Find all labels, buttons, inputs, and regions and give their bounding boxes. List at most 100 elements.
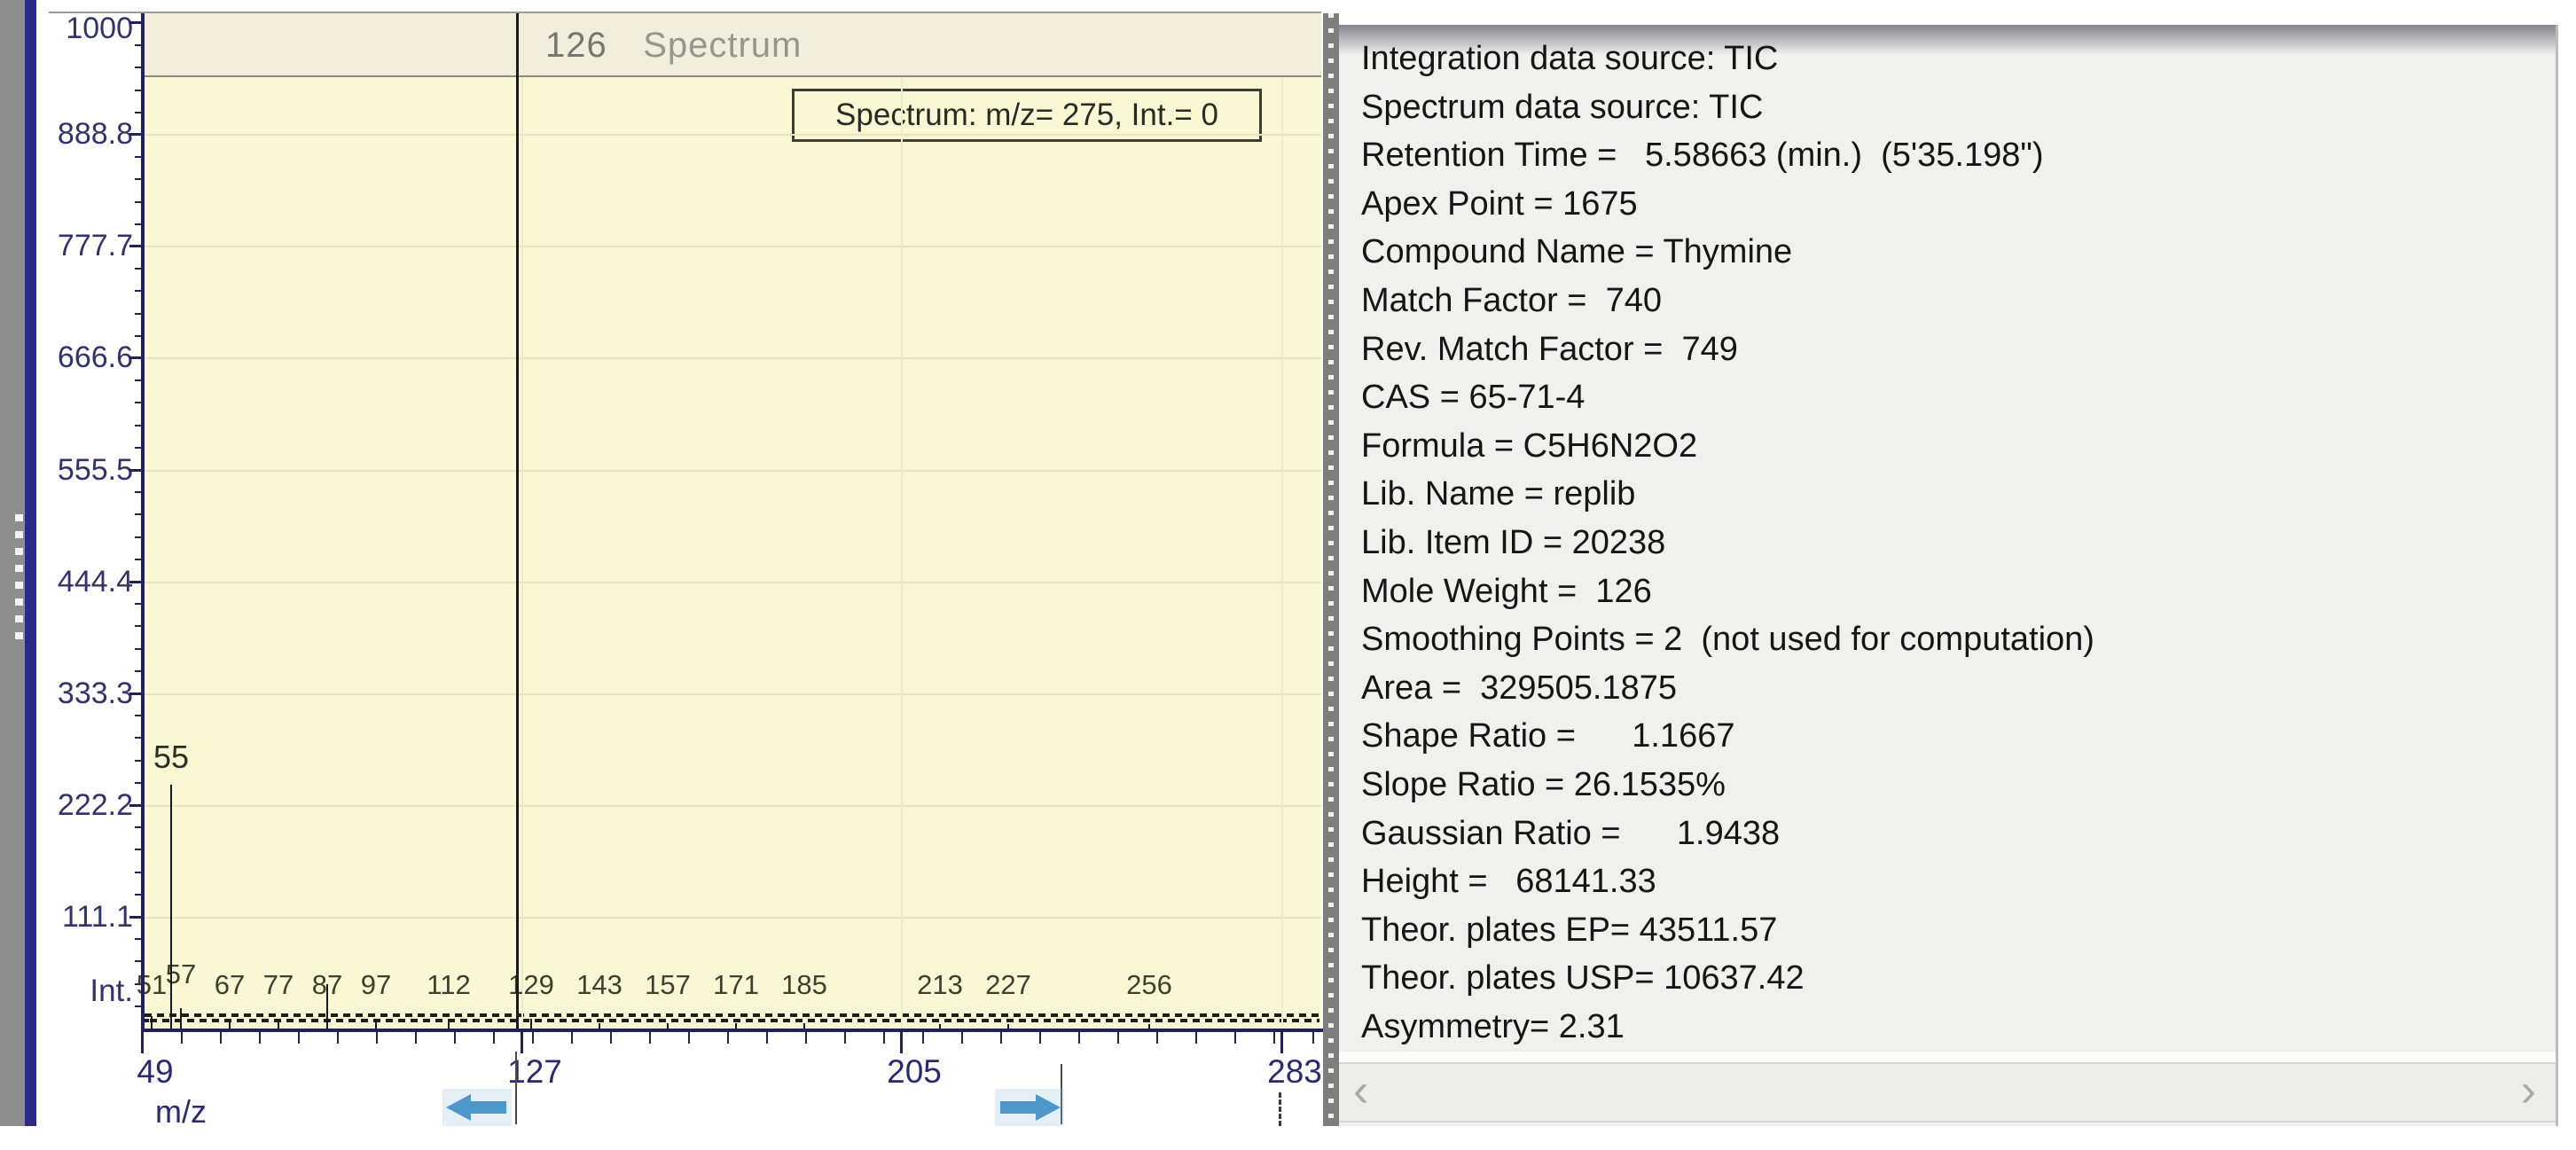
- y-axis-tick-label: 222.2: [25, 788, 133, 822]
- pan-right-arrow-icon[interactable]: [995, 1089, 1064, 1126]
- y-axis-tick-label: 555.5: [25, 453, 133, 487]
- gridline-horizontal: [145, 693, 1321, 695]
- gridline-vertical: [901, 77, 903, 1029]
- info-line: Mole Weight = 126: [1361, 573, 1652, 612]
- x-axis-minor-tick: [1117, 1032, 1119, 1044]
- x-axis-minor-tick: [883, 1032, 885, 1044]
- info-line: Lib. Item ID = 20238: [1361, 524, 1665, 563]
- peak-mz-annotation: 227: [968, 969, 1048, 1001]
- y-axis-tick-label: 777.7: [25, 229, 133, 262]
- x-range-cursor-left[interactable]: [515, 1052, 517, 1124]
- x-axis-major-tick: [900, 1032, 903, 1053]
- x-axis-minor-tick: [259, 1032, 261, 1044]
- left-gutter: [0, 0, 25, 1126]
- gcms-analysis-window: 1000888.8777.7666.6555.5444.4333.3222.21…: [0, 0, 2576, 1150]
- y-axis-tick-label: 888.8: [25, 117, 133, 151]
- info-line: Area = 329505.1875: [1361, 669, 1677, 708]
- pan-left-arrow-tail: [469, 1101, 506, 1114]
- y-axis-tick-label: 1000: [25, 12, 133, 45]
- x-axis-line: [141, 1029, 1324, 1032]
- pane-accent-border: [25, 0, 36, 1126]
- x-axis-minor-tick: [1195, 1032, 1197, 1044]
- x-axis-minor-tick: [142, 1032, 144, 1044]
- info-line: Integration data source: TIC: [1361, 40, 1778, 79]
- chart-title: Spectrum: [643, 26, 802, 66]
- x-axis-minor-tick: [571, 1032, 573, 1044]
- info-line: Theor. plates EP= 43511.57: [1361, 911, 1777, 951]
- gridline-vertical: [521, 77, 523, 1029]
- peak-mz-annotation: 185: [764, 969, 844, 1001]
- x-axis-minor-tick: [532, 1032, 534, 1044]
- x-axis-minor-tick: [1039, 1032, 1041, 1044]
- spectrum-peak: [229, 1021, 231, 1029]
- spectrum-plot-canvas[interactable]: 126 Spectrum Spectrum: m/z= 275, Int.= 0…: [145, 13, 1321, 1029]
- x-axis-minor-tick: [766, 1032, 768, 1044]
- spectrum-peak: [375, 1021, 377, 1029]
- spectrum-peak: [448, 1022, 450, 1029]
- info-line: Slope Ratio = 26.1535%: [1361, 766, 1726, 805]
- info-line: Compound Name = Thymine: [1361, 233, 1792, 272]
- x-axis-minor-tick: [610, 1032, 612, 1044]
- x-axis-minor-tick: [181, 1032, 183, 1044]
- pan-left-arrow-head: [446, 1094, 471, 1121]
- info-line: Retention Time = 5.58663 (min.) (5'35.19…: [1361, 137, 2044, 176]
- spectrum-peak: [180, 1008, 182, 1029]
- info-horizontal-scrollbar[interactable]: ‹ ›: [1339, 1062, 2556, 1123]
- info-line: Rev. Match Factor = 749: [1361, 331, 1738, 370]
- pan-right-arrow-head: [1036, 1094, 1061, 1121]
- x-axis-minor-tick: [922, 1032, 924, 1044]
- info-line: Shape Ratio = 1.1667: [1361, 717, 1734, 756]
- x-axis-minor-tick: [1312, 1032, 1314, 1044]
- peak-mz-annotation: 97: [336, 969, 416, 1001]
- x-axis-minor-tick: [688, 1032, 690, 1044]
- x-axis-major-tick: [521, 1032, 523, 1053]
- info-line: CAS = 65-71-4: [1361, 379, 1585, 418]
- y-axis-tick-label: 666.6: [25, 340, 133, 374]
- spectrum-peak: [278, 1021, 279, 1029]
- gridline-horizontal: [145, 357, 1321, 359]
- info-line: Apex Point = 1675: [1361, 185, 1638, 224]
- x-axis-minor-tick: [1273, 1032, 1275, 1044]
- x-axis-major-tick: [1280, 1032, 1283, 1053]
- info-line: Smoothing Points = 2 (not used for compu…: [1361, 621, 2094, 660]
- gridline-horizontal: [145, 917, 1321, 919]
- spectrum-peak: [516, 13, 519, 1029]
- x-axis-minor-tick: [298, 1032, 300, 1044]
- y-axis-tick-label: 333.3: [25, 677, 133, 710]
- gridline-horizontal: [145, 805, 1321, 807]
- spectrum-peak: [326, 984, 328, 1029]
- x-axis-minor-tick: [1234, 1032, 1236, 1044]
- x-axis-minor-tick: [1000, 1032, 1002, 1044]
- x-axis-minor-tick: [727, 1032, 729, 1044]
- spectrum-peak: [530, 1019, 532, 1029]
- gridline-vertical: [1281, 77, 1283, 1029]
- info-line: Formula = C5H6N2O2: [1361, 427, 1697, 466]
- peak-info-panel: Integration data source: TICSpectrum dat…: [1339, 25, 2558, 1126]
- info-line: Asymmetry= 2.31: [1361, 1008, 1625, 1047]
- info-line: Match Factor = 740: [1361, 282, 1662, 321]
- x-axis-minor-tick: [493, 1032, 495, 1044]
- pane-splitter[interactable]: [1323, 13, 1339, 1126]
- x-axis-minor-tick: [220, 1032, 222, 1044]
- y-axis-tick-label: 111.1: [25, 900, 133, 934]
- gridline-horizontal: [145, 134, 1321, 136]
- pan-left-arrow-icon[interactable]: [442, 1089, 512, 1126]
- x-axis-minor-tick: [844, 1032, 846, 1044]
- x-axis-minor-tick: [337, 1032, 339, 1044]
- x-axis-minor-tick: [376, 1032, 378, 1044]
- gridline-horizontal: [145, 470, 1321, 472]
- vertical-splitter-grip[interactable]: [15, 514, 23, 647]
- info-line: Height = 68141.33: [1361, 863, 1656, 902]
- x-axis-minor-tick: [649, 1032, 651, 1044]
- x-axis-unit-label: m/z: [155, 1093, 262, 1130]
- scroll-right-icon[interactable]: ›: [2521, 1064, 2536, 1117]
- x-axis-tick-label: 205: [852, 1053, 976, 1091]
- baseline-noise-trace: [145, 1019, 1319, 1022]
- x-range-cursor-dashed: [1279, 1092, 1281, 1126]
- gridline-horizontal: [145, 246, 1321, 247]
- baseline-noise-trace: [145, 1013, 1319, 1017]
- peak-mz-annotation: 256: [1109, 969, 1189, 1001]
- info-line: Gaussian Ratio = 1.9438: [1361, 815, 1780, 854]
- scroll-left-icon[interactable]: ‹: [1353, 1064, 1368, 1117]
- base-peak-label: 126: [545, 26, 607, 66]
